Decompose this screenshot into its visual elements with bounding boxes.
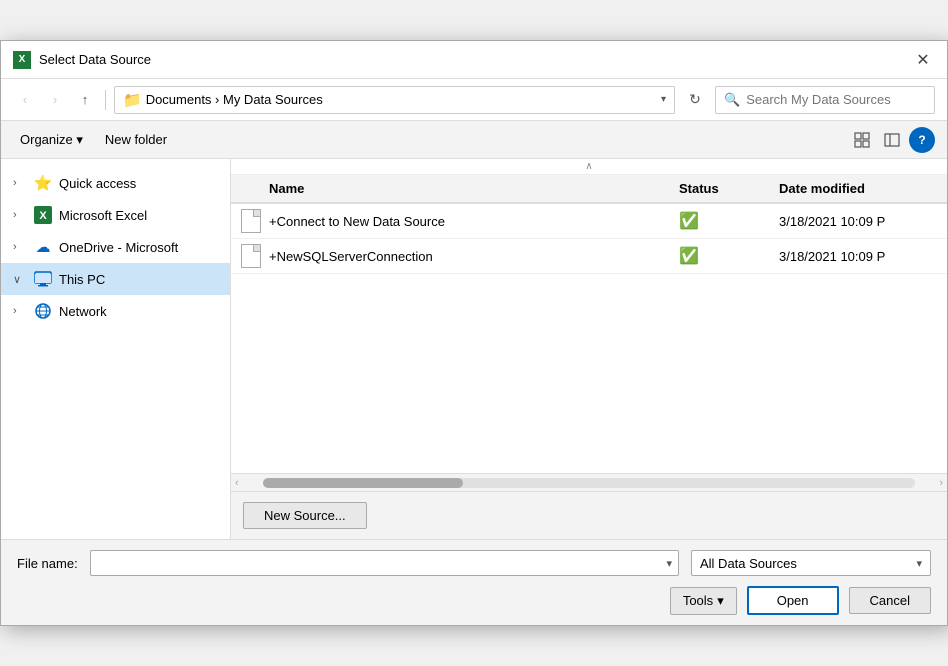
svg-text:X: X <box>39 210 47 222</box>
column-date-modified[interactable]: Date modified <box>779 181 939 196</box>
search-box: 🔍 <box>715 86 935 114</box>
quick-access-label: Quick access <box>59 176 136 191</box>
tools-arrow-icon: ▾ <box>717 593 724 609</box>
file-area: ∧ Name Status Date modified +Connect to … <box>231 159 947 539</box>
expand-icon-excel: › <box>13 209 27 221</box>
sidebar-item-this-pc[interactable]: ∨ This PC <box>1 263 230 295</box>
search-input[interactable] <box>746 92 926 107</box>
file-status-2: ✅ <box>679 246 779 266</box>
filename-input-wrap: ▾ <box>90 550 679 576</box>
bottom-bar: File name: ▾ All Data Sources ▾ Tools ▾ … <box>1 539 947 625</box>
folder-icon: 📁 <box>123 91 142 109</box>
onedrive-label: OneDrive - Microsoft <box>59 240 178 255</box>
sidebar-item-quick-access[interactable]: › ⭐ Quick access <box>1 167 230 199</box>
breadcrumb-bar[interactable]: 📁 Documents › My Data Sources ▾ <box>114 86 675 114</box>
horizontal-scrollbar[interactable]: ‹ › <box>231 473 947 491</box>
file-date-1: 3/18/2021 10:09 P <box>779 214 939 229</box>
pane-icon <box>884 133 900 147</box>
scroll-thumb[interactable] <box>263 478 463 488</box>
scroll-left-icon[interactable]: ‹ <box>231 477 243 489</box>
refresh-button[interactable]: ↻ <box>681 86 709 114</box>
actions-row: Tools ▾ Open Cancel <box>17 586 931 615</box>
scroll-right-icon[interactable]: › <box>935 477 947 489</box>
sidebar-item-microsoft-excel[interactable]: › X Microsoft Excel <box>1 199 230 231</box>
table-row[interactable]: +NewSQLServerConnection ✅ 3/18/2021 10:0… <box>231 239 947 274</box>
expand-icon-quick-access: › <box>13 177 27 189</box>
network-label: Network <box>59 304 107 319</box>
main-content: › ⭐ Quick access › X Microsoft Excel › ☁… <box>1 159 947 539</box>
open-button[interactable]: Open <box>747 586 839 615</box>
table-row[interactable]: +Connect to New Data Source ✅ 3/18/2021 … <box>231 204 947 239</box>
back-button[interactable]: ‹ <box>13 88 37 112</box>
forward-button[interactable]: › <box>43 88 67 112</box>
toolbar-right: ? <box>849 127 935 153</box>
help-button[interactable]: ? <box>909 127 935 153</box>
column-status[interactable]: Status <box>679 181 779 196</box>
tools-label: Tools <box>683 593 713 608</box>
onedrive-icon: ☁ <box>33 237 53 257</box>
excel-label: Microsoft Excel <box>59 208 147 223</box>
breadcrumb-dropdown-icon[interactable]: ▾ <box>661 94 666 105</box>
pane-button[interactable] <box>879 127 905 153</box>
file-name-2: +NewSQLServerConnection <box>269 249 679 264</box>
filename-dropdown-icon[interactable]: ▾ <box>666 557 672 570</box>
datasource-select[interactable]: All Data Sources ▾ <box>691 550 931 576</box>
nav-separator <box>105 90 106 110</box>
tools-button[interactable]: Tools ▾ <box>670 587 737 615</box>
file-list: +Connect to New Data Source ✅ 3/18/2021 … <box>231 204 947 473</box>
sort-indicator: ∧ <box>231 159 947 175</box>
organize-button[interactable]: Organize ▾ <box>13 128 90 152</box>
column-name[interactable]: Name <box>269 181 679 196</box>
expand-icon-network: › <box>13 305 27 317</box>
quick-access-icon: ⭐ <box>33 173 53 193</box>
file-header: Name Status Date modified <box>231 175 947 204</box>
sidebar-item-network[interactable]: › Network <box>1 295 230 327</box>
excel-sidebar-icon: X <box>33 205 53 225</box>
excel-icon: X <box>13 51 31 69</box>
close-button[interactable]: ✕ <box>911 48 935 72</box>
new-folder-button[interactable]: New folder <box>98 128 174 151</box>
sidebar-item-onedrive[interactable]: › ☁ OneDrive - Microsoft <box>1 231 230 263</box>
up-button[interactable]: ↑ <box>73 88 97 112</box>
title-bar-left: X Select Data Source <box>13 51 151 69</box>
datasource-label: All Data Sources <box>700 556 797 571</box>
dialog-title: Select Data Source <box>39 52 151 67</box>
search-icon: 🔍 <box>724 92 740 108</box>
file-icon-1 <box>239 209 263 233</box>
nav-bar: ‹ › ↑ 📁 Documents › My Data Sources ▾ ↻ … <box>1 79 947 121</box>
toolbar: Organize ▾ New folder ? <box>1 121 947 159</box>
sidebar: › ⭐ Quick access › X Microsoft Excel › ☁… <box>1 159 231 539</box>
datasource-dropdown-icon: ▾ <box>916 557 922 570</box>
select-data-source-dialog: X Select Data Source ✕ ‹ › ↑ 📁 Documents… <box>0 40 948 626</box>
this-pc-icon <box>33 269 53 289</box>
scroll-track <box>263 478 916 488</box>
file-status-1: ✅ <box>679 211 779 231</box>
expand-icon-onedrive: › <box>13 241 27 253</box>
file-date-2: 3/18/2021 10:09 P <box>779 249 939 264</box>
view-toggle-button[interactable] <box>849 127 875 153</box>
file-icon-2 <box>239 244 263 268</box>
new-source-area: New Source... <box>231 491 947 539</box>
filename-label: File name: <box>17 556 78 571</box>
expand-icon-this-pc: ∨ <box>13 273 27 286</box>
cancel-button[interactable]: Cancel <box>849 587 931 614</box>
filename-input[interactable] <box>97 556 667 571</box>
breadcrumb-text: Documents › My Data Sources <box>146 92 323 107</box>
network-icon <box>33 301 53 321</box>
file-name-1: +Connect to New Data Source <box>269 214 679 229</box>
title-bar: X Select Data Source ✕ <box>1 41 947 79</box>
filename-row: File name: ▾ All Data Sources ▾ <box>17 550 931 576</box>
this-pc-label: This PC <box>59 272 105 287</box>
view-icon <box>854 132 870 148</box>
new-source-button[interactable]: New Source... <box>243 502 367 529</box>
